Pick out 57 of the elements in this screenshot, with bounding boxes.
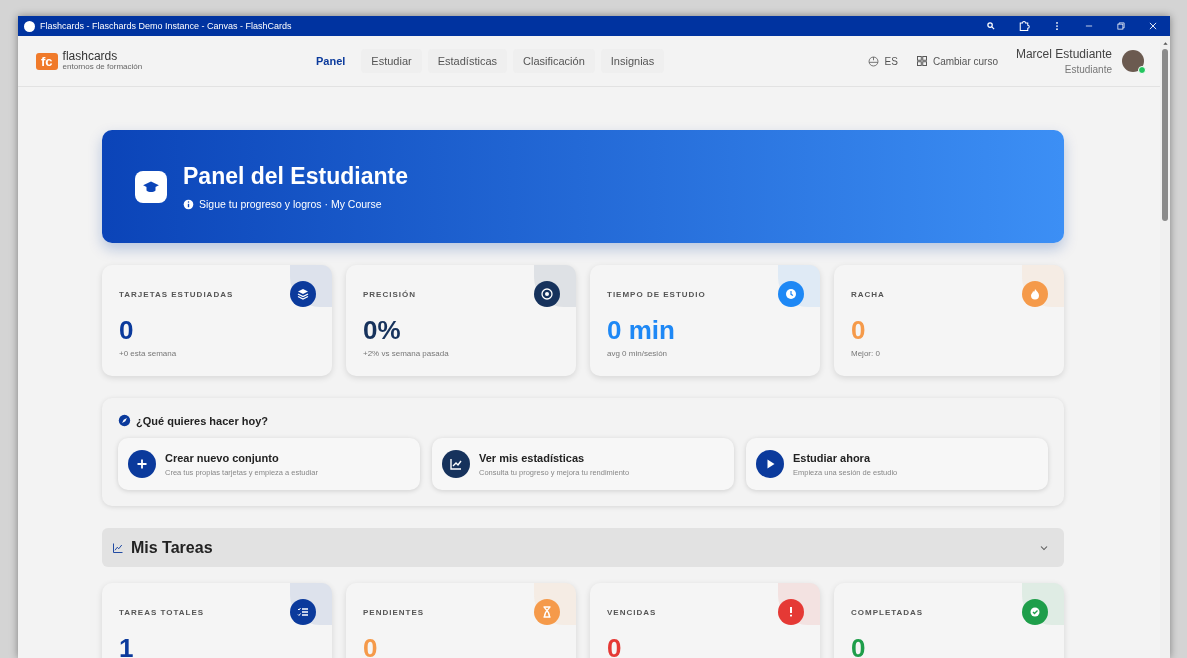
nav-tab[interactable]: Estudiar [361,49,422,73]
hero-title: Panel del Estudiante [183,163,408,190]
stat-label: COMPLETADAS [851,607,924,617]
brand-tagline: entornos de formación [62,62,143,72]
stat-value: 0% [363,315,402,346]
tasks-section-header[interactable]: Mis Tareas [102,528,1064,567]
restore-icon[interactable] [1116,21,1126,31]
stat-value: 0 [119,315,135,346]
nav-tab[interactable]: Panel [306,49,356,73]
user-role: Estudiante [1064,64,1112,75]
language-button[interactable]: ES [866,54,898,68]
stat-label: TARJETAS ESTUDIADAS [119,289,234,299]
scroll-up-icon[interactable] [1161,40,1169,47]
info-icon [183,198,194,210]
globe-icon [866,54,880,68]
line-chart-icon [112,541,124,554]
stat-value: 0 [363,633,379,658]
nav-tab[interactable]: Insignias [600,49,665,73]
chart-icon [448,456,464,472]
layers-icon [295,286,311,302]
stat-label: TIEMPO DE ESTUDIO [607,289,706,299]
logo-mark: fc [36,52,58,70]
puzzle-icon[interactable] [1018,20,1030,32]
grid-icon [915,55,928,67]
switch-course-button[interactable]: Cambiar curso [915,55,998,67]
stat-note: avg 0 min/sesión [607,349,669,358]
window-title: Flashcards - Flaschards Demo Instance - Canvas - FlashCards [40,21,293,31]
stat-label: RACHA [851,289,885,299]
stat-note: Mejor: 0 [851,349,881,358]
nav-tab[interactable]: Estadísticas [427,49,508,73]
stat-label: PRECISIÓN [363,289,416,299]
compass-icon [118,414,131,427]
stat-note: +2% vs semana pasada [363,349,450,358]
action-title: Estudiar ahora [793,451,872,464]
panel-title: ¿Qué quieres hacer hoy? [136,414,269,427]
stat-value: 1 [119,633,135,658]
action-title: Ver mis estadísticas [479,451,586,464]
avatar[interactable] [1122,50,1144,72]
scrollbar-thumb[interactable] [1162,49,1168,221]
user-name: Marcel Estudiante [1015,47,1112,61]
stat-value: 0 [851,315,867,346]
stat-label: VENCIDAS [607,607,657,617]
clock-icon [783,286,799,302]
stat-value: 0 min [607,315,676,346]
stat-note: +0 esta semana [119,349,178,358]
stat-label: PENDIENTES [363,607,425,617]
target-icon [539,286,555,302]
stat-label: TAREAS TOTALES [119,607,205,617]
zoom-icon[interactable] [986,21,996,31]
stat-value: 0 [851,633,867,658]
nav-tab[interactable]: Clasificación [513,49,595,73]
action-title: Crear nuevo conjunto [165,451,280,464]
close-icon[interactable] [1148,21,1158,31]
brand-name: flashcards [62,50,119,63]
app-icon [24,20,35,32]
stat-value: 0 [607,633,623,658]
hero-subtitle: Sigue tu progreso y logros · My Course [199,198,382,210]
